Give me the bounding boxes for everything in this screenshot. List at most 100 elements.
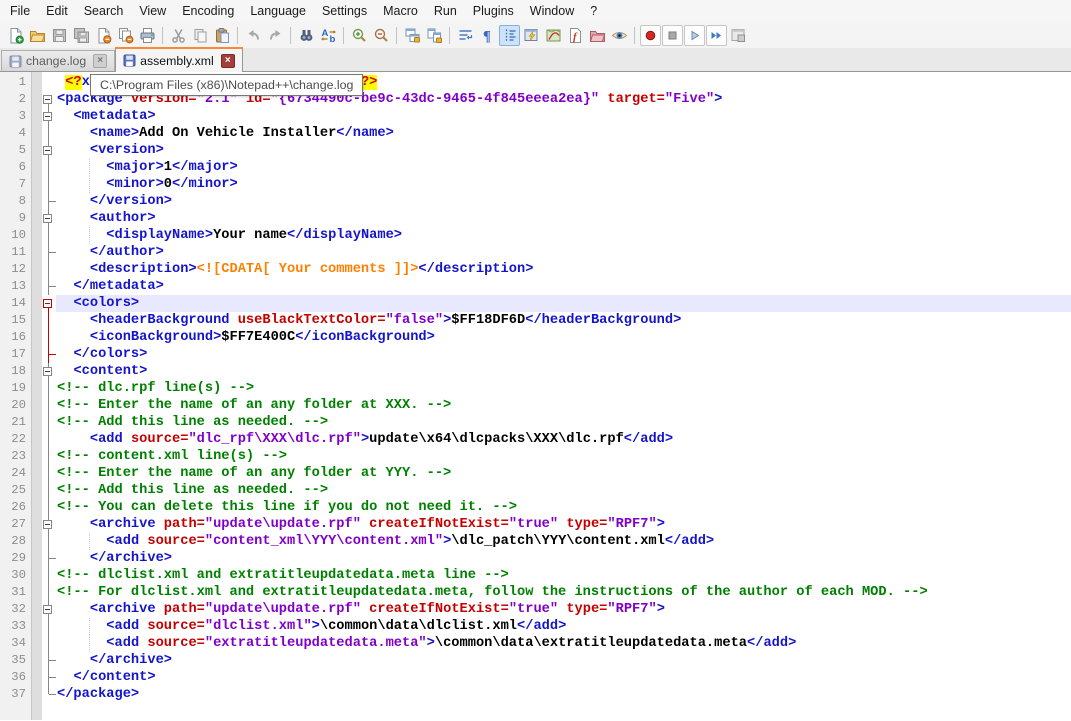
code-line-3[interactable]: 3 <metadata> [0, 108, 1071, 125]
bookmark-cell[interactable] [31, 380, 42, 397]
document-map-icon[interactable] [521, 25, 542, 46]
replace-icon[interactable]: Ab [318, 25, 339, 46]
sync-horizontal-icon[interactable] [424, 25, 445, 46]
bookmark-cell[interactable] [31, 244, 42, 261]
bookmark-cell[interactable] [31, 312, 42, 329]
code-text[interactable]: <author> [56, 210, 1071, 227]
code-line-27[interactable]: 27 <archive path="update\update.rpf" cre… [0, 516, 1071, 533]
code-line-26[interactable]: 26<!-- You can delete this line if you d… [0, 499, 1071, 516]
bookmark-cell[interactable] [31, 482, 42, 499]
bookmark-cell[interactable] [31, 550, 42, 567]
code-text[interactable]: <archive path="update\update.rpf" create… [56, 516, 1071, 533]
fold-marker[interactable] [42, 618, 56, 635]
menu-item-plugins[interactable]: Plugins [465, 1, 522, 21]
code-line-9[interactable]: 9 <author> [0, 210, 1071, 227]
zoom-out-icon[interactable] [371, 25, 392, 46]
code-text[interactable]: </version> [56, 193, 1071, 210]
fold-marker[interactable] [42, 533, 56, 550]
save-icon[interactable] [49, 25, 70, 46]
close-all-icon[interactable] [115, 25, 136, 46]
word-wrap-icon[interactable] [455, 25, 476, 46]
code-text[interactable]: <!-- dlclist.xml and extratitleupdatedat… [56, 567, 1071, 584]
menu-item-window[interactable]: Window [522, 1, 582, 21]
bookmark-cell[interactable] [31, 635, 42, 652]
code-text[interactable]: <add source="dlclist.xml">\common\data\d… [56, 618, 1071, 635]
code-line-35[interactable]: 35 </archive> [0, 652, 1071, 669]
bookmark-cell[interactable] [31, 686, 42, 703]
menu-item-run[interactable]: Run [426, 1, 465, 21]
code-text[interactable]: </package> [56, 686, 1071, 703]
code-line-19[interactable]: 19<!-- dlc.rpf line(s) --> [0, 380, 1071, 397]
fold-marker[interactable] [42, 669, 56, 686]
bookmark-cell[interactable] [31, 363, 42, 380]
code-line-37[interactable]: 37</package> [0, 686, 1071, 703]
print-icon[interactable] [137, 25, 158, 46]
fold-marker[interactable] [42, 584, 56, 601]
code-text[interactable]: <archive path="update\update.rpf" create… [56, 601, 1071, 618]
code-line-17[interactable]: 17 </colors> [0, 346, 1071, 363]
bookmark-cell[interactable] [31, 584, 42, 601]
indent-guide-icon[interactable] [499, 25, 520, 46]
code-lines[interactable]: 1 <?xml version="1.0" encoding="utf-8"?>… [0, 74, 1071, 703]
macro-save-icon[interactable] [728, 25, 749, 46]
code-text[interactable]: <content> [56, 363, 1071, 380]
fold-marker[interactable] [42, 193, 56, 210]
bookmark-cell[interactable] [31, 74, 42, 91]
fold-marker[interactable] [42, 363, 56, 380]
code-line-11[interactable]: 11 </author> [0, 244, 1071, 261]
code-line-29[interactable]: 29 </archive> [0, 550, 1071, 567]
fold-marker[interactable] [42, 108, 56, 125]
find-icon[interactable] [296, 25, 317, 46]
fold-marker[interactable] [42, 414, 56, 431]
menu-item-language[interactable]: Language [242, 1, 314, 21]
fold-marker[interactable] [42, 227, 56, 244]
fold-marker[interactable] [42, 91, 56, 108]
menu-item-encoding[interactable]: Encoding [174, 1, 242, 21]
cut-icon[interactable] [168, 25, 189, 46]
code-line-36[interactable]: 36 </content> [0, 669, 1071, 686]
code-text[interactable]: <displayName>Your name</displayName> [56, 227, 1071, 244]
bookmark-cell[interactable] [31, 210, 42, 227]
code-line-21[interactable]: 21<!-- Add this line as needed. --> [0, 414, 1071, 431]
code-text[interactable]: <description><![CDATA[ Your comments ]]>… [56, 261, 1071, 278]
code-text[interactable]: <colors> [56, 295, 1071, 312]
undo-icon[interactable] [243, 25, 264, 46]
fold-marker[interactable] [42, 550, 56, 567]
bookmark-cell[interactable] [31, 142, 42, 159]
macro-stop-icon[interactable] [662, 25, 683, 46]
show-all-characters-icon[interactable]: ¶ [477, 25, 498, 46]
fold-marker[interactable] [42, 686, 56, 703]
bookmark-cell[interactable] [31, 108, 42, 125]
bookmark-cell[interactable] [31, 295, 42, 312]
bookmark-cell[interactable] [31, 448, 42, 465]
bookmark-cell[interactable] [31, 465, 42, 482]
bookmark-cell[interactable] [31, 567, 42, 584]
code-text[interactable]: <!-- Enter the name of an any folder at … [56, 465, 1071, 482]
fold-marker[interactable] [42, 397, 56, 414]
bookmark-cell[interactable] [31, 499, 42, 516]
code-line-18[interactable]: 18 <content> [0, 363, 1071, 380]
bookmark-cell[interactable] [31, 91, 42, 108]
file-list-icon[interactable]: f [565, 25, 586, 46]
fold-marker[interactable] [42, 567, 56, 584]
code-text[interactable]: <!-- You can delete this line if you do … [56, 499, 1071, 516]
code-line-7[interactable]: 7 <minor>0</minor> [0, 176, 1071, 193]
code-text[interactable]: <!-- For dlclist.xml and extratitleupdat… [56, 584, 1071, 601]
code-text[interactable]: <version> [56, 142, 1071, 159]
menu-item-settings[interactable]: Settings [314, 1, 375, 21]
code-line-22[interactable]: 22 <add source="dlc_rpf\XXX\dlc.rpf">upd… [0, 431, 1071, 448]
copy-icon[interactable] [190, 25, 211, 46]
code-text[interactable]: <!-- Add this line as needed. --> [56, 482, 1071, 499]
tab-assembly-xml[interactable]: assembly.xml× [115, 47, 243, 72]
monitoring-icon[interactable] [609, 25, 630, 46]
fold-marker[interactable] [42, 431, 56, 448]
code-line-15[interactable]: 15 <headerBackground useBlackTextColor="… [0, 312, 1071, 329]
bookmark-cell[interactable] [31, 125, 42, 142]
code-text[interactable]: <add source="dlc_rpf\XXX\dlc.rpf">update… [56, 431, 1071, 448]
code-text[interactable]: <minor>0</minor> [56, 176, 1071, 193]
code-text[interactable]: </colors> [56, 346, 1071, 363]
bookmark-cell[interactable] [31, 261, 42, 278]
code-line-24[interactable]: 24<!-- Enter the name of an any folder a… [0, 465, 1071, 482]
fold-marker[interactable] [42, 142, 56, 159]
fold-marker[interactable] [42, 176, 56, 193]
